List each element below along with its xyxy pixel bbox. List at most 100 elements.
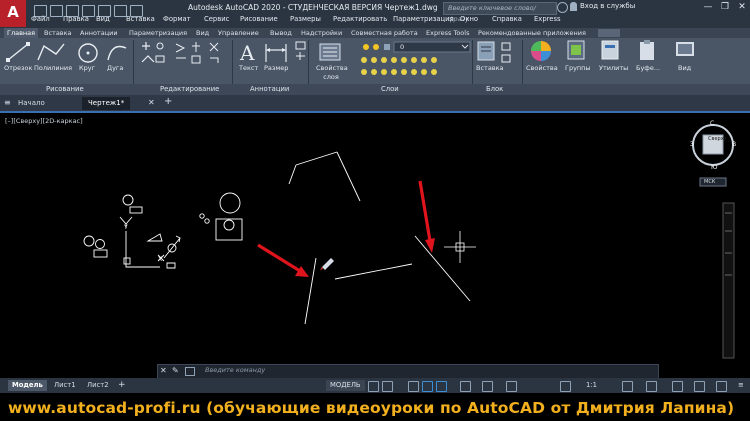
layer-dropdown-value[interactable]: 0 — [400, 43, 404, 51]
menu-format[interactable]: Формат — [163, 15, 191, 23]
dimension-tool-label[interactable]: Размер — [264, 64, 288, 72]
tab-manage[interactable]: Управление — [218, 28, 259, 38]
ribbon-toggle-button[interactable] — [598, 29, 620, 37]
tab-insert[interactable]: Вставка — [44, 28, 72, 38]
transparency-icon[interactable] — [506, 381, 517, 392]
viewcube-north[interactable]: С — [710, 120, 714, 127]
annotation-visibility-icon[interactable] — [560, 381, 571, 392]
tab-collaborate[interactable]: Совместная работа — [351, 28, 418, 38]
annotation-small-icons[interactable] — [295, 41, 306, 60]
menu-edit[interactable]: Правка — [63, 15, 89, 23]
panel-block-title[interactable]: Блок — [486, 84, 503, 95]
maximize-icon[interactable]: ❐ — [717, 0, 733, 14]
wcs-label[interactable]: МСК — [704, 179, 715, 185]
clipboard-tool-label[interactable]: Буфе... — [636, 64, 660, 72]
login-link[interactable]: Вход в службы — [580, 2, 635, 10]
tab-start[interactable]: Начало — [12, 97, 51, 110]
viewcube-west[interactable]: З — [690, 141, 694, 148]
menu-modify[interactable]: Редактировать — [333, 15, 387, 23]
tab-home[interactable]: Главная — [4, 28, 39, 38]
block-tools-icons[interactable] — [501, 42, 511, 63]
annotation-monitor-icon[interactable] — [646, 381, 657, 392]
panel-modify-title[interactable]: Редактирование — [160, 84, 219, 95]
customize-icon[interactable]: ✎ — [172, 366, 179, 375]
tab-drawing1[interactable]: Чертеж1* — [82, 97, 131, 110]
model-space-toggle[interactable]: МОДЕЛЬ — [326, 380, 365, 391]
search-input[interactable]: Введите ключевое слово/фразу — [443, 2, 557, 23]
hardware-acceleration-icon[interactable] — [694, 381, 705, 392]
properties-icon[interactable] — [531, 41, 551, 61]
open-icon[interactable] — [50, 5, 63, 17]
modify-tools-icons[interactable] — [141, 42, 219, 64]
view-tool-label[interactable]: Вид — [678, 64, 691, 72]
menu-file[interactable]: Файл — [31, 15, 50, 23]
tab-output[interactable]: Вывод — [270, 28, 292, 38]
groups-tool-label[interactable]: Группы — [565, 64, 591, 72]
menu-parametric[interactable]: Параметризация — [393, 15, 454, 23]
clipboard-icon[interactable] — [640, 40, 654, 60]
command-prompt-icon[interactable] — [185, 367, 195, 376]
text-tool-label[interactable]: Текст — [239, 64, 258, 72]
command-input[interactable]: Введите команду — [205, 366, 265, 374]
tab-model[interactable]: Модель — [8, 380, 47, 391]
close-commandline-icon[interactable]: ✕ — [160, 366, 167, 375]
arc-tool-label[interactable]: Дуга — [107, 64, 123, 72]
lineweight-icon[interactable] — [482, 381, 493, 392]
clean-screen-icon[interactable] — [716, 381, 727, 392]
menu-dimensions[interactable]: Размеры — [290, 15, 321, 23]
properties-tool-label[interactable]: Свойства — [526, 64, 558, 72]
close-icon[interactable]: ✕ — [734, 0, 750, 14]
tab-view[interactable]: Вид — [196, 28, 209, 38]
panel-annotation-title[interactable]: Аннотации — [250, 84, 289, 95]
menu-express[interactable]: Express — [534, 15, 561, 23]
insert-block-icon[interactable] — [477, 41, 495, 61]
menu-tools[interactable]: Сервис — [204, 15, 229, 23]
menu-draw[interactable]: Рисование — [240, 15, 278, 23]
tab-featured-apps[interactable]: Рекомендованные приложения — [478, 28, 586, 38]
text-tool-icon[interactable]: A — [239, 41, 255, 65]
viewcube-face-top[interactable]: Сверху — [708, 136, 727, 142]
layer-properties-icon[interactable] — [319, 43, 341, 61]
otrack-icon[interactable] — [460, 381, 471, 392]
tab-layout1[interactable]: Лист1 — [50, 380, 80, 391]
isolate-objects-icon[interactable] — [672, 381, 683, 392]
menu-view[interactable]: Вид — [96, 15, 110, 23]
drawn-objects[interactable] — [83, 151, 471, 325]
search-icon[interactable] — [557, 2, 568, 13]
customization-menu-icon[interactable]: ≡ — [734, 380, 748, 391]
tab-layout2[interactable]: Лист2 — [83, 380, 113, 391]
ortho-icon[interactable] — [408, 381, 419, 392]
line-tool-icon[interactable] — [6, 42, 30, 62]
circle-tool-icon[interactable] — [78, 43, 98, 63]
groups-icon[interactable] — [567, 40, 585, 60]
tab-parametric[interactable]: Параметризация — [129, 28, 187, 38]
drawing-canvas[interactable]: Y X — [0, 113, 750, 378]
new-tab-icon[interactable]: + — [164, 96, 172, 107]
viewcube[interactable] — [692, 124, 734, 166]
tab-express-tools[interactable]: Express Tools — [426, 28, 469, 38]
insert-tool-label[interactable]: Вставка — [476, 64, 504, 72]
navigation-bar[interactable] — [722, 202, 735, 359]
arc-tool-icon[interactable] — [107, 45, 127, 61]
snap-icon[interactable] — [382, 381, 393, 392]
tab-annotate[interactable]: Аннотации — [80, 28, 118, 38]
tabs-menu-icon[interactable]: ≡ — [4, 98, 11, 107]
polyline-tool-icon[interactable] — [37, 43, 65, 61]
panel-layers-title[interactable]: Слои — [381, 84, 399, 95]
dimension-tool-icon[interactable] — [265, 44, 287, 62]
menu-window[interactable]: Окно — [460, 15, 478, 23]
tab-addins[interactable]: Надстройки — [301, 28, 342, 38]
layer-properties-label[interactable]: Свойства слоя — [316, 64, 348, 82]
minimize-icon[interactable]: — — [700, 0, 716, 14]
utilities-icon[interactable] — [601, 40, 619, 60]
polyline-tool-label[interactable]: Полилиния — [34, 64, 72, 72]
polar-icon[interactable] — [422, 381, 433, 392]
view-panel-icon[interactable] — [676, 42, 694, 56]
grid-icon[interactable] — [368, 381, 379, 392]
circle-tool-label[interactable]: Круг — [79, 64, 95, 72]
utilities-tool-label[interactable]: Утилиты — [599, 64, 628, 72]
menu-insert[interactable]: Вставка — [126, 15, 155, 23]
application-menu-button[interactable]: A — [0, 0, 26, 27]
close-tab-icon[interactable]: ✕ — [148, 98, 155, 107]
annotation-scale[interactable]: 1:1 — [582, 380, 601, 391]
